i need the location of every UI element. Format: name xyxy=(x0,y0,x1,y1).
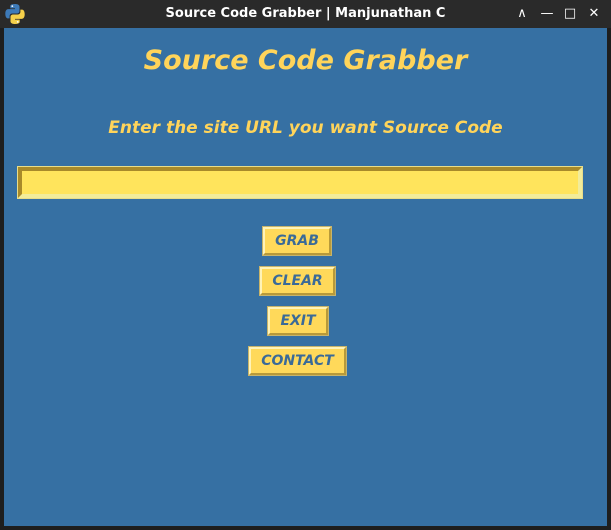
maximize-icon[interactable]: □ xyxy=(561,5,579,23)
contact-button[interactable]: CONTACT xyxy=(248,346,347,376)
minimize-icon[interactable]: ∧ xyxy=(513,5,531,23)
exit-button[interactable]: EXIT xyxy=(267,306,329,336)
clear-button[interactable]: CLEAR xyxy=(259,266,336,296)
title-bar[interactable]: Source Code Grabber | Manjunathan C ∧ — … xyxy=(0,0,611,28)
restore-icon[interactable]: — xyxy=(538,5,556,23)
app-window: Source Code Grabber | Manjunathan C ∧ — … xyxy=(0,0,611,530)
page-title: Source Code Grabber xyxy=(143,45,468,76)
close-icon[interactable]: ✕ xyxy=(585,5,603,23)
grab-button[interactable]: GRAB xyxy=(262,226,332,256)
url-prompt-label: Enter the site URL you want Source Code xyxy=(108,118,503,138)
url-input[interactable] xyxy=(17,166,583,199)
main-panel: Source Code Grabber Enter the site URL y… xyxy=(4,28,607,526)
